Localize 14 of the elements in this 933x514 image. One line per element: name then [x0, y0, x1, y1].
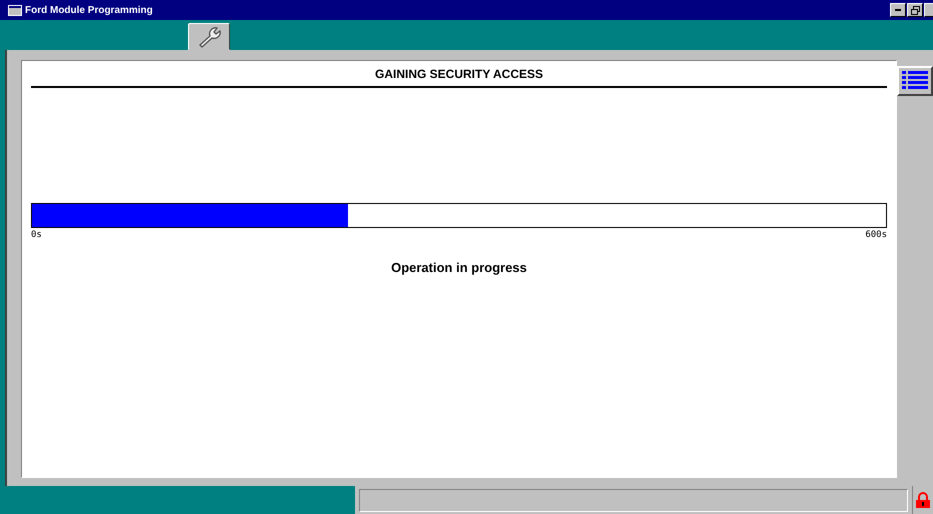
progress-max-label: 600s [865, 230, 887, 240]
window-icon [8, 4, 22, 16]
progress-min-label: 0s [31, 230, 42, 240]
minimize-icon [895, 9, 901, 11]
close-button[interactable] [924, 3, 933, 17]
minimize-button[interactable] [890, 3, 906, 17]
list-icon [901, 70, 929, 92]
panel-heading: GAINING SECURITY ACCESS [374, 67, 544, 82]
restore-button[interactable] [907, 3, 923, 17]
window-title: Ford Module Programming [25, 4, 153, 16]
status-message: Operation in progress [390, 260, 528, 275]
list-button[interactable] [897, 66, 933, 96]
tab[interactable] [188, 23, 230, 50]
restore-icon [910, 6, 920, 14]
